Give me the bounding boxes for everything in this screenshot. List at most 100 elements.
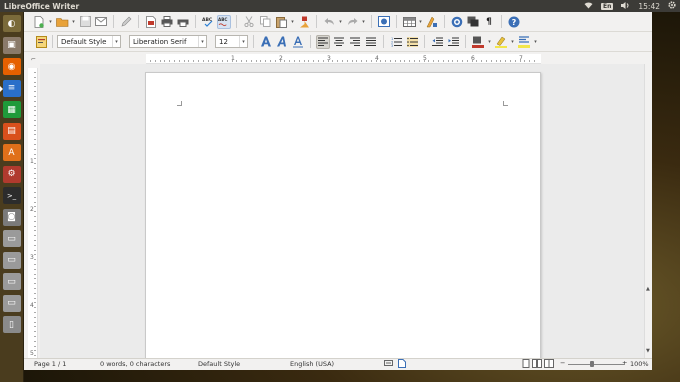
bold-icon[interactable] xyxy=(259,35,273,49)
help-icon[interactable]: ? xyxy=(507,15,521,29)
show-draw-functions-icon[interactable] xyxy=(425,15,439,29)
document-modified-icon[interactable] xyxy=(398,359,406,370)
book-view-icon[interactable] xyxy=(544,359,554,370)
redo-dropdown-icon[interactable]: ▾ xyxy=(361,15,366,29)
cut-icon[interactable] xyxy=(242,15,256,29)
save-icon[interactable] xyxy=(78,15,92,29)
zoom-slider[interactable] xyxy=(568,364,624,365)
paste-icon[interactable] xyxy=(274,15,288,29)
top-panel: LibreOffice Writer En 15:42 xyxy=(0,0,680,12)
font-color-icon[interactable] xyxy=(471,35,485,49)
chevron-down-icon[interactable]: ▾ xyxy=(239,36,247,47)
vertical-ruler[interactable]: 1 2 3 4 5 xyxy=(28,68,38,358)
highlighting-dropdown-icon[interactable]: ▾ xyxy=(510,35,515,49)
formatting-marks-icon[interactable]: ¶ xyxy=(482,15,496,29)
navigator-icon[interactable] xyxy=(450,15,464,29)
font-name-value: Liberation Serif xyxy=(133,37,187,46)
drive-icon[interactable]: ▭ xyxy=(2,294,21,312)
bullets-icon[interactable] xyxy=(405,35,419,49)
drive-icon[interactable]: ▭ xyxy=(2,251,21,269)
font-size-select[interactable]: 12 ▾ xyxy=(215,35,248,48)
hyperlink-icon[interactable] xyxy=(377,15,391,29)
word-count[interactable]: 0 words, 0 characters xyxy=(100,360,170,368)
terminal-icon[interactable]: >_ xyxy=(2,187,21,204)
numbering-icon[interactable]: 123 xyxy=(389,35,403,49)
font-name-select[interactable]: Liberation Serif ▾ xyxy=(129,35,207,48)
trash-icon[interactable]: ▯ xyxy=(2,316,21,333)
highlighting-icon[interactable] xyxy=(494,35,508,49)
open-dropdown-icon[interactable]: ▾ xyxy=(71,15,76,29)
paragraph-style-select[interactable]: Default Style ▾ xyxy=(57,35,121,48)
horizontal-ruler[interactable]: 1 2 3 4 5 6 7 xyxy=(146,54,541,64)
page-style[interactable]: Default Style xyxy=(198,360,240,368)
background-color-dropdown-icon[interactable]: ▾ xyxy=(533,35,538,49)
single-page-view-icon[interactable] xyxy=(522,359,530,370)
dash-icon[interactable]: ◐ xyxy=(2,15,21,32)
vertical-scrollbar[interactable]: ▲ ▼ xyxy=(644,64,652,358)
new-dropdown-icon[interactable]: ▾ xyxy=(48,15,53,29)
zoom-slider-handle[interactable] xyxy=(590,361,594,367)
gallery-icon[interactable] xyxy=(466,15,480,29)
drive-icon[interactable]: ▭ xyxy=(2,230,21,247)
spelling-icon[interactable]: ABC xyxy=(201,15,215,29)
increase-indent-icon[interactable] xyxy=(446,35,460,49)
underline-icon[interactable] xyxy=(291,35,305,49)
align-center-icon[interactable] xyxy=(332,35,346,49)
table-dropdown-icon[interactable]: ▾ xyxy=(418,15,423,29)
email-icon[interactable] xyxy=(94,15,108,29)
edit-mode-icon[interactable] xyxy=(119,15,133,29)
italic-icon[interactable] xyxy=(275,35,289,49)
undo-dropdown-icon[interactable]: ▾ xyxy=(338,15,343,29)
multi-page-view-icon[interactable] xyxy=(532,359,542,370)
font-color-dropdown-icon[interactable]: ▾ xyxy=(487,35,492,49)
keyboard-layout-indicator[interactable]: En xyxy=(601,2,614,10)
gear-icon[interactable] xyxy=(668,1,676,11)
justify-icon[interactable] xyxy=(364,35,378,49)
standard-toolbar: ▾ ▾ ABC ABC ▾ ▾ ▾ ▾ ¶ ? xyxy=(24,12,652,32)
open-folder-icon[interactable] xyxy=(55,15,69,29)
export-pdf-icon[interactable] xyxy=(144,15,158,29)
scroll-up-icon[interactable]: ▲ xyxy=(646,286,650,292)
autospellcheck-icon[interactable]: ABC xyxy=(217,14,231,29)
page-count[interactable]: Page 1 / 1 xyxy=(34,360,66,368)
redo-icon[interactable] xyxy=(345,15,359,29)
copy-icon[interactable] xyxy=(258,15,272,29)
tab-stop-marker[interactable]: ⌐ xyxy=(31,56,36,63)
document-canvas[interactable] xyxy=(40,64,644,358)
writer-icon[interactable]: ≡ xyxy=(0,79,21,97)
background-color-icon[interactable] xyxy=(517,35,531,49)
styles-and-formatting-icon[interactable] xyxy=(34,35,48,49)
screenshot-icon[interactable]: ◙ xyxy=(2,208,21,226)
clone-formatting-icon[interactable] xyxy=(297,15,311,29)
ruler-number: 1 xyxy=(30,158,34,165)
files-icon[interactable]: ▣ xyxy=(2,36,21,54)
chevron-down-icon[interactable]: ▾ xyxy=(198,36,206,47)
undo-icon[interactable] xyxy=(322,15,336,29)
zoom-level[interactable]: 100% xyxy=(630,360,649,368)
wifi-icon[interactable] xyxy=(584,1,593,11)
print-icon[interactable] xyxy=(160,15,174,29)
decrease-indent-icon[interactable] xyxy=(430,35,444,49)
volume-icon[interactable] xyxy=(621,1,630,11)
drive-icon[interactable]: ▭ xyxy=(2,273,21,290)
align-right-icon[interactable] xyxy=(348,35,362,49)
document-page[interactable] xyxy=(145,72,541,358)
text-language[interactable]: English (USA) xyxy=(290,360,334,368)
calc-icon[interactable]: ▦ xyxy=(2,101,21,118)
new-document-icon[interactable] xyxy=(32,15,46,29)
table-icon[interactable] xyxy=(402,15,416,29)
insert-mode-icon[interactable] xyxy=(384,359,393,369)
zoom-out-icon[interactable]: − xyxy=(560,359,565,367)
impress-icon[interactable]: ▤ xyxy=(2,122,21,140)
firefox-icon[interactable]: ◉ xyxy=(2,58,21,75)
clock[interactable]: 15:42 xyxy=(638,2,660,11)
paste-dropdown-icon[interactable]: ▾ xyxy=(290,15,295,29)
align-left-icon[interactable] xyxy=(316,34,330,49)
ruler-number: 2 xyxy=(279,55,283,62)
zoom-in-icon[interactable]: + xyxy=(622,359,627,367)
scroll-down-icon[interactable]: ▼ xyxy=(646,348,650,354)
chevron-down-icon[interactable]: ▾ xyxy=(112,36,120,47)
settings-icon[interactable]: ⚙ xyxy=(2,165,21,183)
print-preview-icon[interactable] xyxy=(176,15,190,29)
software-center-icon[interactable]: A xyxy=(2,144,21,161)
